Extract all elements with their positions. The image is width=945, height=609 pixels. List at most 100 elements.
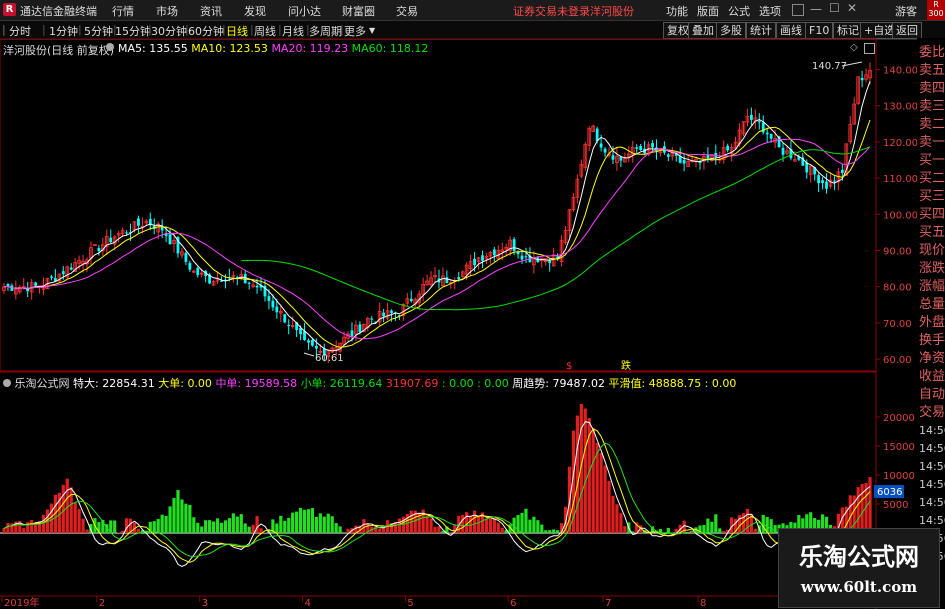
flow-bar <box>718 528 722 533</box>
price-chart-canvas[interactable]: 60.00 70.00 80.00 90.00 100.00 110.00 120.00 13… <box>0 0 945 609</box>
candle-body <box>247 282 251 284</box>
flow-bar <box>492 517 496 533</box>
flow-bar <box>544 530 548 533</box>
flow-bar <box>753 528 757 533</box>
flow-bar <box>378 528 382 533</box>
candle-body <box>61 271 65 275</box>
candle-body <box>137 218 140 226</box>
candle-body <box>220 280 223 282</box>
candle-body <box>409 298 413 302</box>
x-tick-label: 3 <box>202 598 208 609</box>
quote-panel-labels: 委比 卖五 卖四 卖三 卖二 卖一 买一 买二 买三 买四 买五 现价 涨跌 涨… <box>919 45 945 384</box>
flow-bar <box>196 522 200 533</box>
candle-body <box>635 147 639 149</box>
flow-bar <box>314 516 318 533</box>
candle-body <box>473 258 476 266</box>
watermark-title: 乐淘公式网 <box>799 543 919 571</box>
low-price-label: 60.61 <box>315 353 344 364</box>
flow-bar <box>211 521 216 533</box>
flow-bar <box>168 506 172 533</box>
flow-bar <box>338 526 342 533</box>
candle-body <box>125 232 128 234</box>
candle-body <box>825 181 828 189</box>
candle-body <box>492 249 496 256</box>
candle-body <box>311 339 314 346</box>
flow-bar <box>548 530 552 533</box>
y-tick-label: 70.00 <box>883 319 912 330</box>
candle-body <box>6 283 10 287</box>
candle-body <box>457 277 461 280</box>
x-tick-label: 2 <box>99 598 105 609</box>
candle-body <box>749 114 753 120</box>
flow-bar <box>243 523 247 533</box>
candle-body <box>769 133 773 139</box>
flow-bar <box>769 519 773 533</box>
candle-body <box>520 255 524 260</box>
candle-body <box>184 252 188 262</box>
flow-bar <box>397 518 402 533</box>
flow-bar <box>603 465 607 533</box>
candle-body <box>307 340 310 343</box>
flow-bar <box>204 520 208 533</box>
candle-body <box>109 237 113 243</box>
flow-bar <box>488 516 492 533</box>
flow-bar <box>223 520 228 533</box>
candle-body <box>267 296 271 301</box>
candle-body <box>97 247 101 252</box>
y-tick-label: 130.00 <box>883 102 918 113</box>
flow-bar <box>251 524 255 533</box>
candle-body <box>765 132 769 135</box>
flow-bar <box>176 490 180 533</box>
candle-body <box>390 310 393 313</box>
candle-body <box>445 277 449 284</box>
flow-bar <box>235 516 239 533</box>
flow-bar <box>85 529 89 533</box>
candle-body <box>821 180 824 183</box>
flow-bar <box>437 526 441 533</box>
flow-bar <box>722 530 726 533</box>
flow-bar <box>22 528 26 533</box>
flow-bar <box>61 484 65 533</box>
candle-body <box>188 262 192 270</box>
sub-y-tick-label: 20000 <box>883 413 915 424</box>
flow-bar <box>77 509 81 533</box>
candle-body <box>651 143 654 148</box>
flow-bar <box>200 526 204 533</box>
flow-bar <box>615 504 619 533</box>
ma-line-3 <box>241 146 871 311</box>
flow-bar <box>275 523 279 533</box>
candle-body <box>781 147 785 155</box>
flow-bar <box>461 514 465 533</box>
flow-bar <box>318 513 322 533</box>
flow-bar <box>330 516 334 533</box>
y-tick-label: 110.00 <box>883 174 918 185</box>
flow-bar <box>401 516 405 533</box>
candle-body <box>287 325 291 327</box>
candle-body <box>50 276 53 278</box>
flow-bar <box>279 515 283 533</box>
flow-bar <box>540 524 544 533</box>
flow-bar <box>164 515 168 533</box>
flow-bar <box>295 511 299 533</box>
flow-bar <box>156 519 160 533</box>
candle-body <box>350 330 354 337</box>
candle-body <box>833 180 836 182</box>
flow-bar <box>283 520 287 533</box>
flow-bar <box>2 528 6 533</box>
flow-bar <box>532 516 536 533</box>
x-tick-label: 5 <box>407 598 413 609</box>
flow-bar <box>666 527 670 533</box>
flow-bar <box>591 427 595 533</box>
sub-y-tick-label: 5000 <box>883 500 908 511</box>
sub-y-tick-label: 15000 <box>883 442 915 453</box>
event-label-fall: 跌 <box>621 359 631 372</box>
x-tick-label: 2019年 <box>4 596 39 609</box>
flow-bar <box>465 512 469 533</box>
flow-bar <box>868 477 872 533</box>
flow-bar <box>429 518 433 533</box>
flow-bar <box>215 518 220 533</box>
flow-bar <box>113 520 117 533</box>
flow-bar <box>227 518 231 533</box>
current-value-tag: 6036 <box>877 487 902 498</box>
flow-bar <box>219 522 224 533</box>
